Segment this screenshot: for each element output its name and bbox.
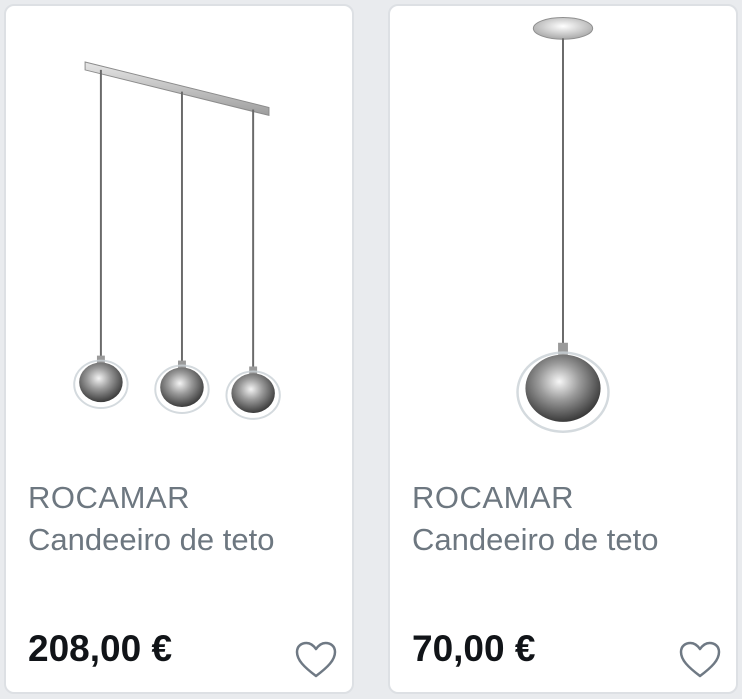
product-price: 208,00 €: [28, 628, 173, 669]
favorite-button[interactable]: [294, 640, 338, 680]
heart-outline-icon: [295, 641, 337, 678]
product-image[interactable]: [390, 6, 736, 466]
product-price: 70,00 €: [412, 628, 536, 669]
product-title[interactable]: Candeeiro de teto: [28, 522, 274, 558]
product-brand[interactable]: ROCAMAR: [28, 480, 190, 516]
product-brand[interactable]: ROCAMAR: [412, 480, 574, 516]
product-title[interactable]: Candeeiro de teto: [412, 522, 658, 558]
heart-outline-icon: [679, 641, 721, 678]
pendant-lamp-triple-icon: [73, 61, 281, 420]
product-image[interactable]: [6, 6, 352, 466]
product-grid: ROCAMAR Candeeiro de teto 208,00 € ROCAM…: [0, 0, 742, 699]
product-card[interactable]: ROCAMAR Candeeiro de teto 208,00 €: [4, 4, 354, 694]
product-card[interactable]: ROCAMAR Candeeiro de teto 70,00 €: [388, 4, 738, 694]
favorite-button[interactable]: [678, 640, 722, 680]
pendant-lamp-single-icon: [516, 17, 610, 433]
